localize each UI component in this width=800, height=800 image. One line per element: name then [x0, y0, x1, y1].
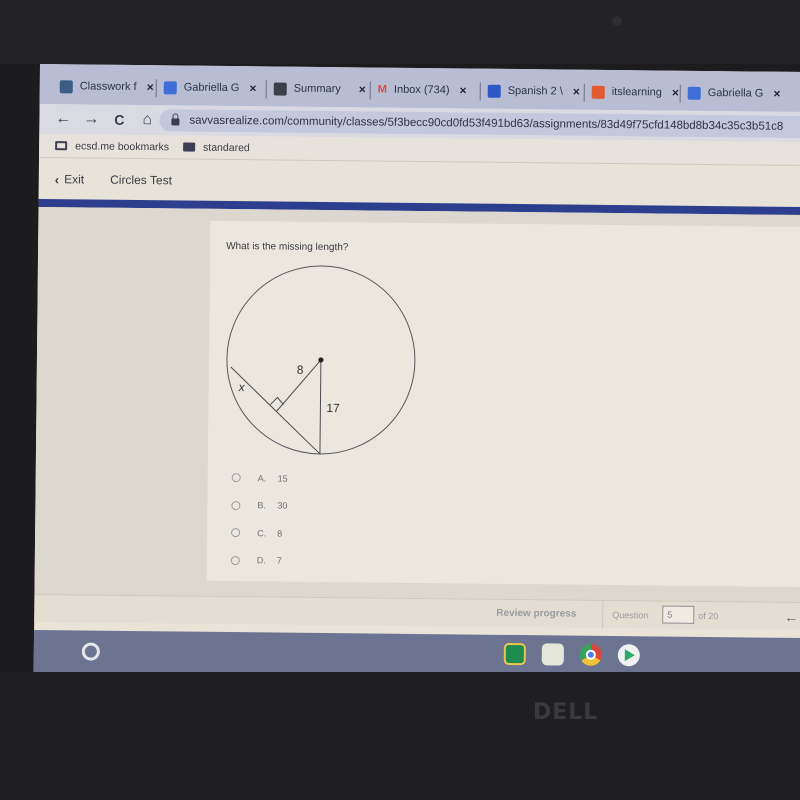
- tab-separator: [679, 84, 681, 103]
- option-d[interactable]: D. 7: [230, 547, 287, 575]
- tab-separator: [583, 83, 585, 102]
- footer-divider: [602, 600, 604, 629]
- option-value: 7: [276, 555, 282, 566]
- tab-spanish[interactable]: Spanish 2 \ ×: [487, 79, 580, 104]
- exit-button[interactable]: ‹ Exit: [55, 172, 85, 187]
- launcher-icon[interactable]: [81, 642, 100, 661]
- tab-itslearning[interactable]: itslearning ×: [591, 80, 679, 105]
- tab-gabriella-doc[interactable]: Gabriella G ×: [163, 75, 257, 100]
- tab-inbox[interactable]: M Inbox (734) ×: [378, 78, 467, 103]
- back-arrow-icon[interactable]: ←: [49, 110, 77, 128]
- question-label: Question: [612, 609, 649, 620]
- dell-logo: DELL: [533, 700, 599, 725]
- tab-label: Classwork f: [79, 80, 137, 94]
- gmail-icon: M: [377, 83, 387, 96]
- bookmark-label: standared: [203, 141, 250, 154]
- question-area: What is the missing length? 8 17 x A. 15: [34, 206, 800, 616]
- folder-icon: [183, 142, 196, 152]
- google-docs-icon: [687, 86, 701, 100]
- close-icon[interactable]: ×: [249, 81, 256, 95]
- tab-label: itslearning: [611, 85, 662, 99]
- tab-separator: [479, 82, 481, 101]
- chrome-app-icon[interactable]: [579, 643, 602, 666]
- close-icon[interactable]: ×: [672, 86, 679, 100]
- question-total: of 20: [698, 610, 719, 621]
- tab-label: Inbox (734): [393, 83, 450, 97]
- label-x: x: [238, 380, 246, 394]
- laptop-bezel-top: [0, 0, 800, 64]
- tab-label: Summary: [293, 82, 341, 96]
- question-number-input[interactable]: 5: [662, 605, 695, 624]
- option-value: 30: [277, 500, 288, 511]
- option-c[interactable]: C. 8: [231, 519, 287, 547]
- label-8: 8: [297, 363, 304, 377]
- tab-label: Spanish 2 \: [507, 84, 563, 98]
- forward-arrow-icon[interactable]: →: [77, 110, 105, 128]
- tab-separator: [369, 81, 371, 100]
- circle-diagram: 8 17 x: [226, 265, 416, 455]
- bookmark-label: ecsd.me bookmarks: [75, 139, 170, 153]
- bookmark-ecsd[interactable]: ecsd.me bookmarks: [55, 140, 169, 153]
- answer-options: A. 15 B. 30 C. 8 D. 7: [230, 464, 288, 575]
- google-meet-app-icon[interactable]: [541, 643, 564, 666]
- close-icon[interactable]: ×: [147, 80, 154, 94]
- exit-label: Exit: [64, 172, 85, 187]
- webcam: [612, 16, 622, 26]
- option-b[interactable]: B. 30: [231, 492, 287, 520]
- lock-icon: [171, 117, 180, 125]
- close-icon[interactable]: ×: [359, 82, 366, 96]
- test-title: Circles Test: [110, 172, 173, 188]
- bookmark-folder-icon: [55, 141, 68, 151]
- right-angle-marker: [270, 396, 284, 405]
- radio-button[interactable]: [231, 473, 241, 483]
- tab-summary[interactable]: Summary ×: [273, 76, 366, 101]
- previous-arrow-icon[interactable]: ←: [784, 608, 798, 624]
- option-letter: A.: [257, 473, 267, 484]
- home-icon[interactable]: ⌂: [133, 111, 161, 129]
- radio-button[interactable]: [231, 528, 241, 538]
- reload-icon[interactable]: C: [105, 112, 133, 128]
- bookmark-standared[interactable]: standared: [183, 141, 250, 154]
- question-card: What is the missing length? 8 17 x A. 15: [206, 220, 800, 588]
- summary-app-icon: [273, 81, 287, 96]
- radius-segment: [319, 359, 322, 454]
- question-prompt: What is the missing length?: [226, 240, 349, 254]
- address-bar[interactable]: savvasrealize.com/community/classes/5f3b…: [159, 109, 800, 139]
- google-classroom-app-icon[interactable]: [503, 642, 526, 666]
- option-value: 15: [277, 473, 288, 484]
- review-progress-button[interactable]: Review progress: [496, 608, 576, 620]
- itslearning-icon: [591, 85, 605, 99]
- play-store-app-icon[interactable]: [617, 644, 640, 667]
- label-17: 17: [326, 401, 340, 415]
- google-classroom-icon: [59, 79, 73, 93]
- option-letter: B.: [257, 500, 266, 511]
- option-letter: D.: [256, 555, 266, 566]
- laptop-screen: Classwork f × Gabriella G × Summary × M …: [33, 64, 800, 683]
- tab-separator: [265, 80, 267, 99]
- spanish-course-icon: [487, 84, 501, 98]
- close-icon[interactable]: ×: [773, 87, 780, 101]
- google-docs-icon: [163, 80, 177, 94]
- url-text: savvasrealize.com/community/classes/5f3b…: [189, 114, 784, 133]
- option-a[interactable]: A. 15: [231, 464, 288, 492]
- radio-button[interactable]: [230, 555, 240, 565]
- radio-button[interactable]: [231, 500, 241, 510]
- tab-label: Gabriella G: [183, 81, 240, 95]
- laptop-bezel-bottom: [0, 672, 800, 800]
- option-value: 8: [277, 528, 283, 539]
- tab-label: Gabriella G: [707, 86, 764, 100]
- chevron-left-icon: ‹: [54, 171, 60, 187]
- tab-separator: [155, 79, 157, 98]
- tab-classwork[interactable]: Classwork f ×: [59, 74, 154, 99]
- option-letter: C.: [257, 528, 267, 539]
- close-icon[interactable]: ×: [460, 83, 467, 97]
- tab-gabriella-doc-2[interactable]: Gabriella G ×: [687, 81, 781, 106]
- close-icon[interactable]: ×: [573, 85, 580, 99]
